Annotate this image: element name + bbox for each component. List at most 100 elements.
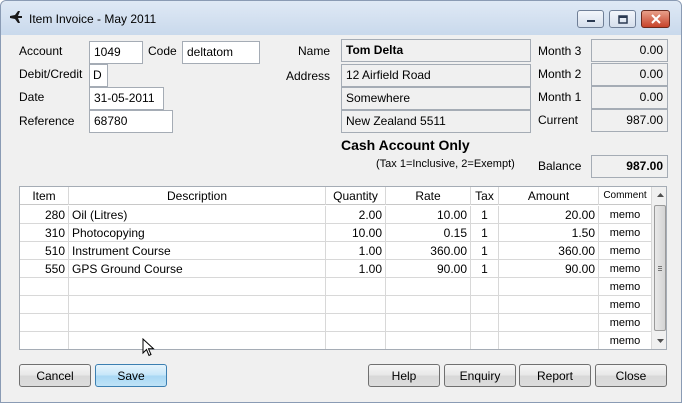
cell-tax[interactable]: 1 xyxy=(471,242,499,260)
cell-rate[interactable] xyxy=(386,296,471,314)
cell-tax[interactable]: 1 xyxy=(471,260,499,278)
cell-description[interactable]: Oil (Litres) xyxy=(69,206,326,224)
cell-quantity[interactable]: 1.00 xyxy=(326,242,386,260)
cell-amount[interactable]: 90.00 xyxy=(499,260,599,278)
cell-description[interactable] xyxy=(69,332,326,349)
memo-button[interactable]: memo xyxy=(599,296,651,314)
memo-button[interactable]: memo xyxy=(599,206,651,224)
cell-quantity[interactable] xyxy=(326,296,386,314)
reference-field[interactable]: 68780 xyxy=(89,110,173,133)
account-field[interactable]: 1049 xyxy=(89,41,143,64)
table-row[interactable]: memo xyxy=(20,332,651,349)
report-button-label: Report xyxy=(536,368,574,383)
name-label: Name xyxy=(298,44,331,58)
cell-description[interactable]: Photocopying xyxy=(69,224,326,242)
scroll-up-button[interactable] xyxy=(652,187,666,203)
cell-tax[interactable] xyxy=(471,296,499,314)
cell-item[interactable]: 310 xyxy=(20,224,69,242)
cell-quantity[interactable]: 10.00 xyxy=(326,224,386,242)
debit-credit-field[interactable]: D xyxy=(89,64,108,87)
cell-item[interactable]: 550 xyxy=(20,260,69,278)
cell-description[interactable] xyxy=(69,278,326,296)
window-title: Item Invoice - May 2011 xyxy=(29,12,157,26)
close-window-button[interactable] xyxy=(641,10,670,28)
cell-item[interactable]: 510 xyxy=(20,242,69,260)
cell-description[interactable] xyxy=(69,314,326,332)
column-header-amount[interactable]: Amount xyxy=(499,187,599,205)
grid-scrollbar[interactable] xyxy=(651,187,666,349)
cell-quantity[interactable] xyxy=(326,278,386,296)
cell-amount[interactable] xyxy=(499,314,599,332)
cell-rate[interactable] xyxy=(386,332,471,349)
column-header-comment[interactable]: Comment xyxy=(599,187,651,205)
cell-item[interactable]: 280 xyxy=(20,206,69,224)
help-button[interactable]: Help xyxy=(368,364,440,387)
cell-quantity[interactable]: 2.00 xyxy=(326,206,386,224)
column-header-quantity[interactable]: Quantity xyxy=(326,187,386,205)
table-row[interactable]: 310 Photocopying 10.00 0.15 1 1.50 memo xyxy=(20,224,651,242)
scroll-down-button[interactable] xyxy=(652,333,666,349)
memo-button[interactable]: memo xyxy=(599,332,651,349)
account-label: Account xyxy=(19,44,63,58)
memo-button[interactable]: memo xyxy=(599,314,651,332)
table-row[interactable]: memo xyxy=(20,278,651,296)
column-header-description[interactable]: Description xyxy=(69,187,326,205)
column-header-item[interactable]: Item xyxy=(20,187,69,205)
cell-amount[interactable]: 360.00 xyxy=(499,242,599,260)
cell-rate[interactable]: 0.15 xyxy=(386,224,471,242)
cell-amount[interactable]: 20.00 xyxy=(499,206,599,224)
column-header-rate[interactable]: Rate xyxy=(386,187,471,205)
invoice-items-grid[interactable]: Item Description Quantity Rate Tax Amoun… xyxy=(19,186,667,350)
report-button[interactable]: Report xyxy=(519,364,591,387)
table-row[interactable]: 280 Oil (Litres) 2.00 10.00 1 20.00 memo xyxy=(20,206,651,224)
minimize-icon xyxy=(586,20,595,22)
cell-rate[interactable] xyxy=(386,314,471,332)
cell-description[interactable]: Instrument Course xyxy=(69,242,326,260)
minimize-button[interactable] xyxy=(577,10,604,28)
table-row[interactable]: 510 Instrument Course 1.00 360.00 1 360.00 mem… xyxy=(20,242,651,260)
date-field[interactable]: 31-05-2011 xyxy=(89,87,164,110)
cell-amount[interactable] xyxy=(499,296,599,314)
table-row[interactable]: memo xyxy=(20,296,651,314)
address-line-2: Somewhere xyxy=(341,87,531,110)
cancel-button[interactable]: Cancel xyxy=(19,364,91,387)
cell-description[interactable] xyxy=(69,296,326,314)
cell-tax[interactable] xyxy=(471,314,499,332)
month1-label: Month 1 xyxy=(538,90,582,104)
cell-amount[interactable] xyxy=(499,332,599,349)
cell-amount[interactable]: 1.50 xyxy=(499,224,599,242)
cell-quantity[interactable] xyxy=(326,332,386,349)
save-button[interactable]: Save xyxy=(95,364,167,387)
memo-button[interactable]: memo xyxy=(599,224,651,242)
memo-button[interactable]: memo xyxy=(599,242,651,260)
cell-item[interactable] xyxy=(20,314,69,332)
cell-quantity[interactable] xyxy=(326,314,386,332)
cell-tax[interactable] xyxy=(471,278,499,296)
cell-tax[interactable]: 1 xyxy=(471,206,499,224)
maximize-button[interactable] xyxy=(609,10,636,28)
cell-item[interactable] xyxy=(20,296,69,314)
table-row[interactable]: 550 GPS Ground Course 1.00 90.00 1 90.00 memo xyxy=(20,260,651,278)
cell-rate[interactable]: 90.00 xyxy=(386,260,471,278)
cell-amount[interactable] xyxy=(499,278,599,296)
cell-description[interactable]: GPS Ground Course xyxy=(69,260,326,278)
column-header-tax[interactable]: Tax xyxy=(471,187,499,205)
cell-rate[interactable]: 10.00 xyxy=(386,206,471,224)
scroll-thumb[interactable] xyxy=(654,205,666,331)
cell-item[interactable] xyxy=(20,278,69,296)
code-field[interactable]: deltatom xyxy=(182,41,260,64)
table-row[interactable]: memo xyxy=(20,314,651,332)
reference-label: Reference xyxy=(19,114,75,128)
cell-tax[interactable] xyxy=(471,332,499,349)
cell-quantity[interactable]: 1.00 xyxy=(326,260,386,278)
enquiry-button[interactable]: Enquiry xyxy=(444,364,516,387)
cash-account-notice: Cash Account Only xyxy=(341,137,470,153)
cell-tax[interactable]: 1 xyxy=(471,224,499,242)
cell-rate[interactable] xyxy=(386,278,471,296)
memo-button[interactable]: memo xyxy=(599,260,651,278)
title-bar[interactable]: Item Invoice - May 2011 xyxy=(1,1,681,35)
cell-rate[interactable]: 360.00 xyxy=(386,242,471,260)
memo-button[interactable]: memo xyxy=(599,278,651,296)
close-button[interactable]: Close xyxy=(595,364,667,387)
cell-item[interactable] xyxy=(20,332,69,349)
